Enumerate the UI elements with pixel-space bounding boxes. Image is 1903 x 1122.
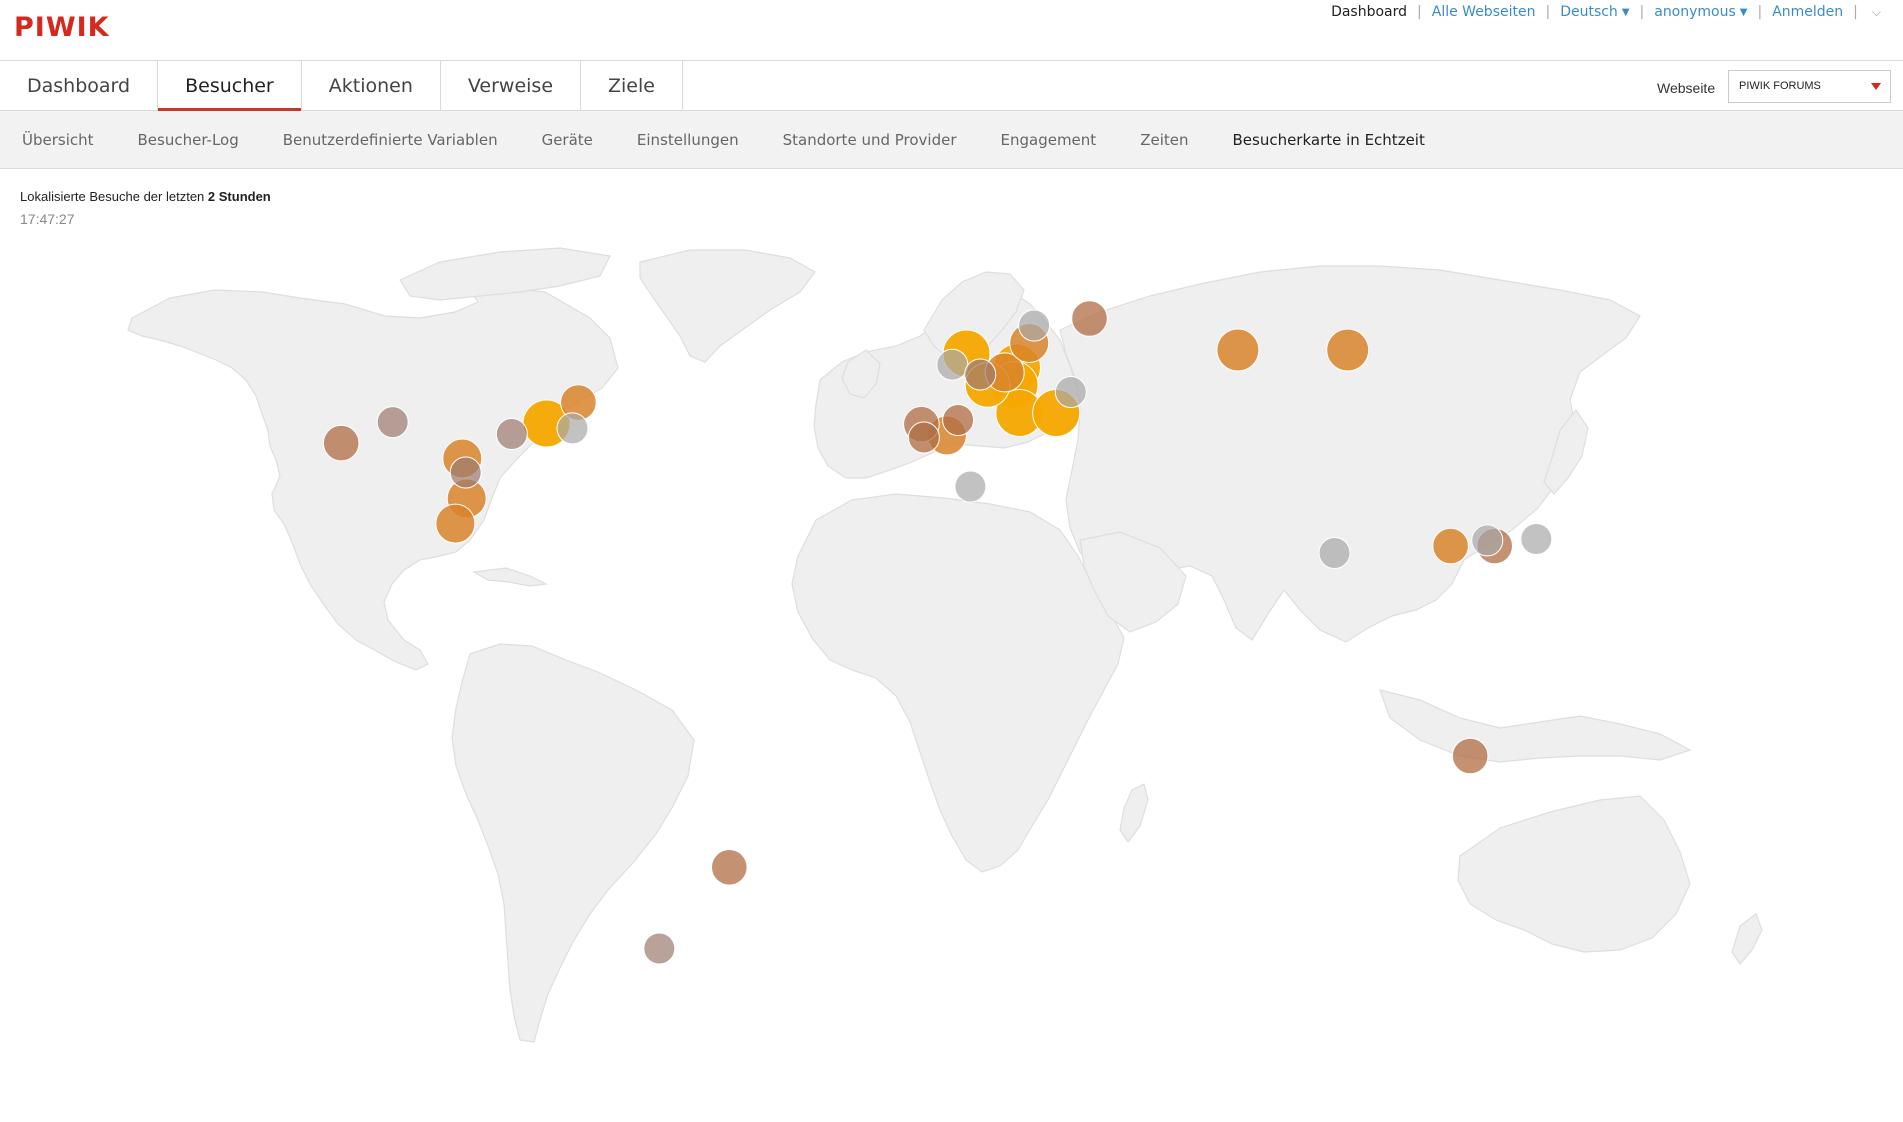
main-menu-visitors[interactable]: Besucher (158, 61, 302, 112)
sub-menu-settings[interactable]: Einstellungen (637, 131, 739, 149)
visit-marker[interactable] (1318, 537, 1351, 569)
nav-separator: | (1639, 4, 1645, 20)
caption-prefix: Lokalisierte Besuche der letzten (20, 189, 205, 204)
top-nav-dashboard[interactable]: Dashboard (1331, 4, 1407, 20)
visit-marker[interactable] (1451, 737, 1489, 775)
sub-menu-realtime-map[interactable]: Besucherkarte in Echtzeit (1232, 131, 1424, 149)
chevron-down-icon[interactable]: ⌵ (1872, 5, 1881, 20)
visit-marker[interactable] (1471, 524, 1504, 557)
user-menu-label: anonymous (1654, 4, 1736, 20)
login-link[interactable]: Anmelden (1772, 4, 1843, 20)
south-america (451, 643, 695, 1043)
visit-marker[interactable] (711, 849, 748, 886)
australia (1457, 795, 1691, 953)
visit-marker[interactable] (1054, 376, 1087, 408)
piwik-logo[interactable]: PIWIK (14, 12, 110, 43)
main-menu: Dashboard Besucher Aktionen Verweise Zie… (0, 60, 1903, 112)
madagascar (1119, 783, 1149, 844)
caret-down-icon: ▼ (1739, 7, 1748, 18)
website-label: Webseite (1657, 80, 1716, 96)
main-menu-actions[interactable]: Aktionen (302, 61, 441, 110)
main-menu-referrers[interactable]: Verweise (441, 61, 582, 110)
top-navigation: Dashboard | Alle Webseiten | Deutsch ▼ | … (1331, 4, 1881, 20)
sub-menu-visitor-log[interactable]: Besucher-Log (138, 131, 239, 149)
nav-separator: | (1853, 4, 1858, 20)
sub-menu-times[interactable]: Zeiten (1140, 131, 1188, 149)
caribbean-islands (472, 567, 549, 587)
visit-marker[interactable] (1432, 527, 1469, 565)
language-selector[interactable]: Deutsch ▼ (1560, 4, 1629, 20)
visit-marker[interactable] (435, 503, 476, 544)
top-nav-all-websites[interactable]: Alle Webseiten (1432, 4, 1536, 20)
sub-menu: Übersicht Besucher-Log Benutzerdefiniert… (0, 111, 1903, 169)
visit-marker[interactable] (964, 358, 997, 391)
website-selector-value: PIWIK FORUMS (1739, 80, 1821, 92)
sub-menu-custom-variables[interactable]: Benutzerdefinierte Variablen (283, 131, 498, 149)
visit-marker[interactable] (1520, 523, 1553, 555)
southeast-asia-islands (1379, 689, 1692, 763)
language-selector-label: Deutsch (1560, 4, 1618, 20)
user-menu[interactable]: anonymous ▼ (1654, 4, 1747, 20)
new-zealand (1731, 913, 1763, 965)
visit-marker[interactable] (449, 456, 482, 489)
north-america (127, 287, 619, 671)
sub-menu-engagement[interactable]: Engagement (1001, 131, 1097, 149)
sub-menu-overview[interactable]: Übersicht (22, 131, 94, 149)
visit-marker[interactable] (942, 404, 975, 436)
caption-period: 2 Stunden (207, 189, 271, 204)
visit-marker[interactable] (1071, 300, 1108, 337)
main-menu-dashboard[interactable]: Dashboard (0, 61, 159, 110)
visit-marker[interactable] (936, 348, 969, 381)
main-menu-goals[interactable]: Ziele (581, 61, 683, 110)
nav-separator: | (1757, 4, 1763, 20)
visit-marker[interactable] (495, 418, 528, 450)
visit-marker[interactable] (376, 406, 409, 439)
map-caption: Lokalisierte Besuche der letzten 2 Stund… (20, 189, 271, 204)
africa (791, 493, 1125, 873)
visit-marker[interactable] (1326, 328, 1370, 372)
sub-menu-devices[interactable]: Geräte (542, 131, 593, 149)
visit-marker[interactable] (1216, 328, 1260, 372)
top-bar: PIWIK Dashboard | Alle Webseiten | Deuts… (0, 0, 1903, 60)
nav-separator: | (1545, 4, 1551, 20)
sub-menu-locations-providers[interactable]: Standorte und Provider (783, 131, 957, 149)
arctic-islands (399, 247, 611, 301)
visit-marker[interactable] (954, 470, 987, 503)
website-selector[interactable]: PIWIK FORUMS (1728, 70, 1891, 103)
visit-marker[interactable] (643, 932, 676, 965)
nav-separator: | (1417, 4, 1422, 20)
visit-marker[interactable] (907, 421, 940, 454)
world-map[interactable] (0, 225, 1903, 1055)
visit-marker[interactable] (322, 424, 360, 462)
visit-marker[interactable] (556, 412, 589, 445)
visit-marker[interactable] (1018, 309, 1051, 342)
dropdown-arrow-icon (1871, 83, 1881, 90)
caret-down-icon: ▼ (1621, 7, 1630, 18)
greenland (639, 249, 816, 363)
